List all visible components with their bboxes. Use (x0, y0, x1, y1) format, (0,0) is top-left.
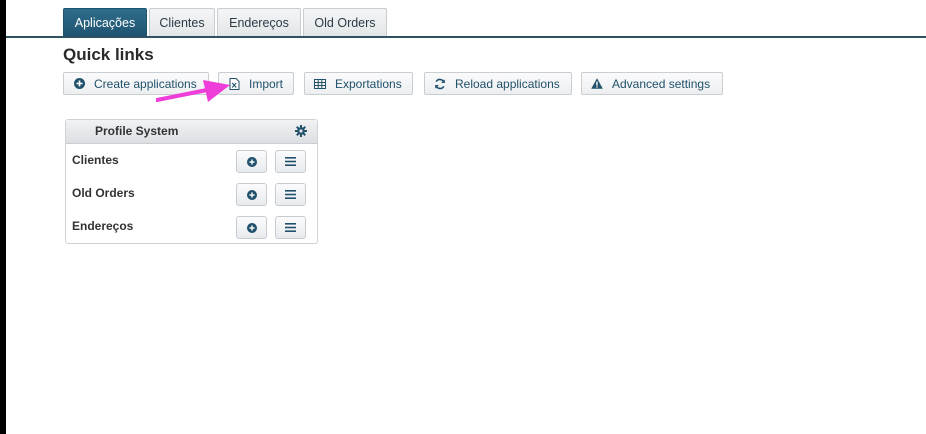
tab-enderecos[interactable]: Endereços (217, 8, 301, 36)
tab-old-orders[interactable]: Old Orders (303, 8, 387, 36)
exportations-label: Exportations (335, 76, 402, 91)
list-item: Endereços (66, 213, 317, 241)
tab-aplicacoes[interactable]: Aplicações (63, 8, 147, 36)
add-old-orders-button[interactable] (236, 183, 267, 206)
plus-circle-icon (73, 78, 85, 90)
warning-icon (591, 78, 603, 90)
page: Aplicações Clientes Endereços Old Orders… (6, 0, 926, 434)
reload-applications-button[interactable]: Reload applications (424, 72, 572, 95)
panel-title: Profile System (95, 124, 179, 138)
plus-circle-icon (246, 222, 257, 233)
list-item: Old Orders (66, 180, 317, 208)
profile-system-panel: Profile System Clientes Old Orders Ender… (65, 119, 318, 244)
list-icon (285, 157, 296, 166)
list-icon (285, 190, 296, 199)
add-enderecos-button[interactable] (236, 216, 267, 239)
row-label: Endereços (72, 219, 134, 233)
tab-clientes[interactable]: Clientes (149, 8, 215, 36)
list-icon (285, 223, 296, 232)
refresh-icon (434, 78, 446, 90)
exportations-button[interactable]: Exportations (304, 72, 413, 95)
advanced-settings-button[interactable]: Advanced settings (581, 72, 723, 95)
row-label: Clientes (72, 153, 119, 167)
panel-header: Profile System (66, 120, 317, 144)
table-icon (314, 78, 326, 90)
advanced-settings-label: Advanced settings (612, 76, 711, 91)
plus-circle-icon (246, 189, 257, 200)
gear-icon[interactable] (295, 125, 307, 140)
tab-bar: Aplicações Clientes Endereços Old Orders (6, 0, 926, 38)
list-enderecos-button[interactable] (275, 216, 306, 239)
list-clientes-button[interactable] (275, 150, 306, 173)
add-clientes-button[interactable] (236, 150, 267, 173)
reload-applications-label: Reload applications (455, 76, 560, 91)
plus-circle-icon (246, 156, 257, 167)
row-label: Old Orders (72, 186, 135, 200)
list-old-orders-button[interactable] (275, 183, 306, 206)
list-item: Clientes (66, 147, 317, 175)
annotation-arrow-icon (156, 80, 230, 102)
import-label: Import (249, 76, 284, 91)
quick-links-title: Quick links (63, 45, 154, 64)
